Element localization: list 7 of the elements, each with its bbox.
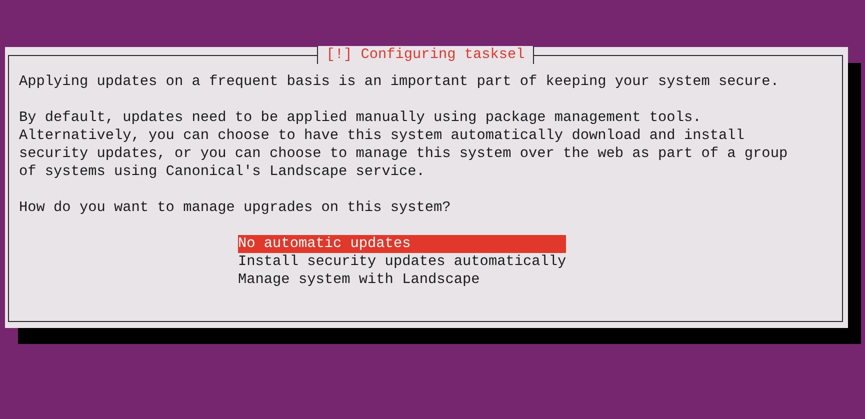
paragraph-text: Applying updates on a frequent basis is an important part of keeping your system secure. xyxy=(19,73,780,91)
dialog-title: [!] Configuring tasksel xyxy=(317,46,534,64)
option-item[interactable]: No automatic updates xyxy=(238,235,566,253)
option-item[interactable]: Manage system with Landscape xyxy=(238,271,566,289)
paragraph-text: By default, updates need to be applied manually using package management tools. Alternatively, you can choose to have this system automatically download and install security updates, or you can choose to manage this system over the web as part of a group of systems using Canonical's Landscape service. xyxy=(19,109,789,181)
option-item[interactable]: Install security updates automatically xyxy=(238,253,566,271)
question-text: How do you want to manage upgrades on this system? xyxy=(19,199,452,217)
